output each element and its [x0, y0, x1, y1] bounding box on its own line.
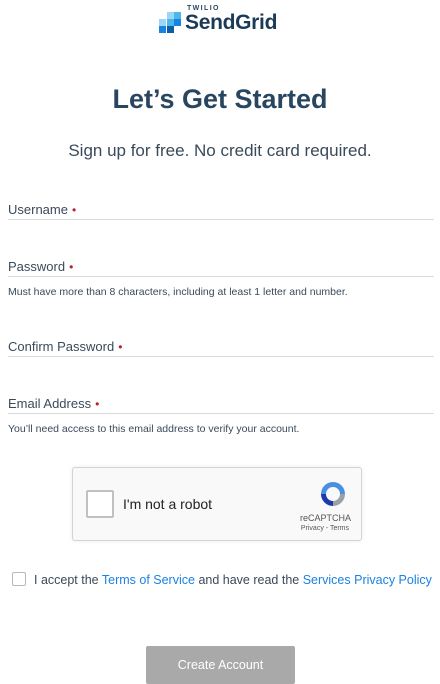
email-hint: You’ll need access to this email address…: [8, 423, 300, 435]
email-underline: [8, 413, 434, 414]
password-hint: Must have more than 8 characters, includ…: [8, 286, 348, 298]
required-indicator: •: [71, 203, 77, 217]
page-subtitle: Sign up for free. No credit card require…: [68, 141, 372, 160]
create-account-button[interactable]: Create Account: [146, 646, 295, 684]
privacy-policy-link[interactable]: Services Privacy Policy: [303, 573, 432, 587]
password-field[interactable]: Password •: [8, 258, 434, 277]
terms-of-service-link[interactable]: Terms of Service: [102, 573, 195, 587]
recaptcha-terms-link[interactable]: Terms: [330, 525, 349, 532]
sendgrid-logo: TWILIO SendGrid: [0, 4, 440, 34]
username-underline: [8, 219, 434, 220]
page-title: Let’s Get Started: [112, 84, 328, 114]
password-label: Password: [8, 259, 66, 274]
sendgrid-logo-icon: [159, 12, 183, 34]
recaptcha-links: Privacy - Terms: [301, 525, 349, 532]
recaptcha-widget: I'm not a robot reCAPTCHA Privacy - Term…: [72, 467, 362, 541]
confirm-password-field[interactable]: Confirm Password •: [8, 338, 434, 357]
terms-checkbox[interactable]: [12, 572, 26, 586]
recaptcha-label: I'm not a robot: [123, 496, 213, 512]
required-indicator: •: [118, 340, 123, 354]
consent-prefix: I accept the: [34, 573, 102, 587]
username-field[interactable]: Username •: [8, 201, 434, 220]
username-label: Username: [8, 202, 68, 217]
password-underline: [8, 276, 434, 277]
required-indicator: •: [69, 260, 74, 274]
recaptcha-privacy-link[interactable]: Privacy: [301, 525, 324, 532]
confirm-password-underline: [8, 356, 434, 357]
recaptcha-logo-icon: [321, 482, 345, 506]
terms-consent: I accept the Terms of Service and have r…: [12, 572, 440, 587]
consent-middle: and have read the: [194, 573, 303, 587]
required-indicator: •: [95, 397, 100, 411]
recaptcha-brand: reCAPTCHA: [299, 513, 351, 523]
email-label: Email Address: [8, 396, 92, 411]
recaptcha-checkbox[interactable]: [86, 490, 114, 518]
confirm-password-label: Confirm Password: [8, 339, 115, 354]
email-field[interactable]: Email Address •: [8, 395, 434, 414]
logo-wordmark: SendGrid: [185, 11, 278, 34]
